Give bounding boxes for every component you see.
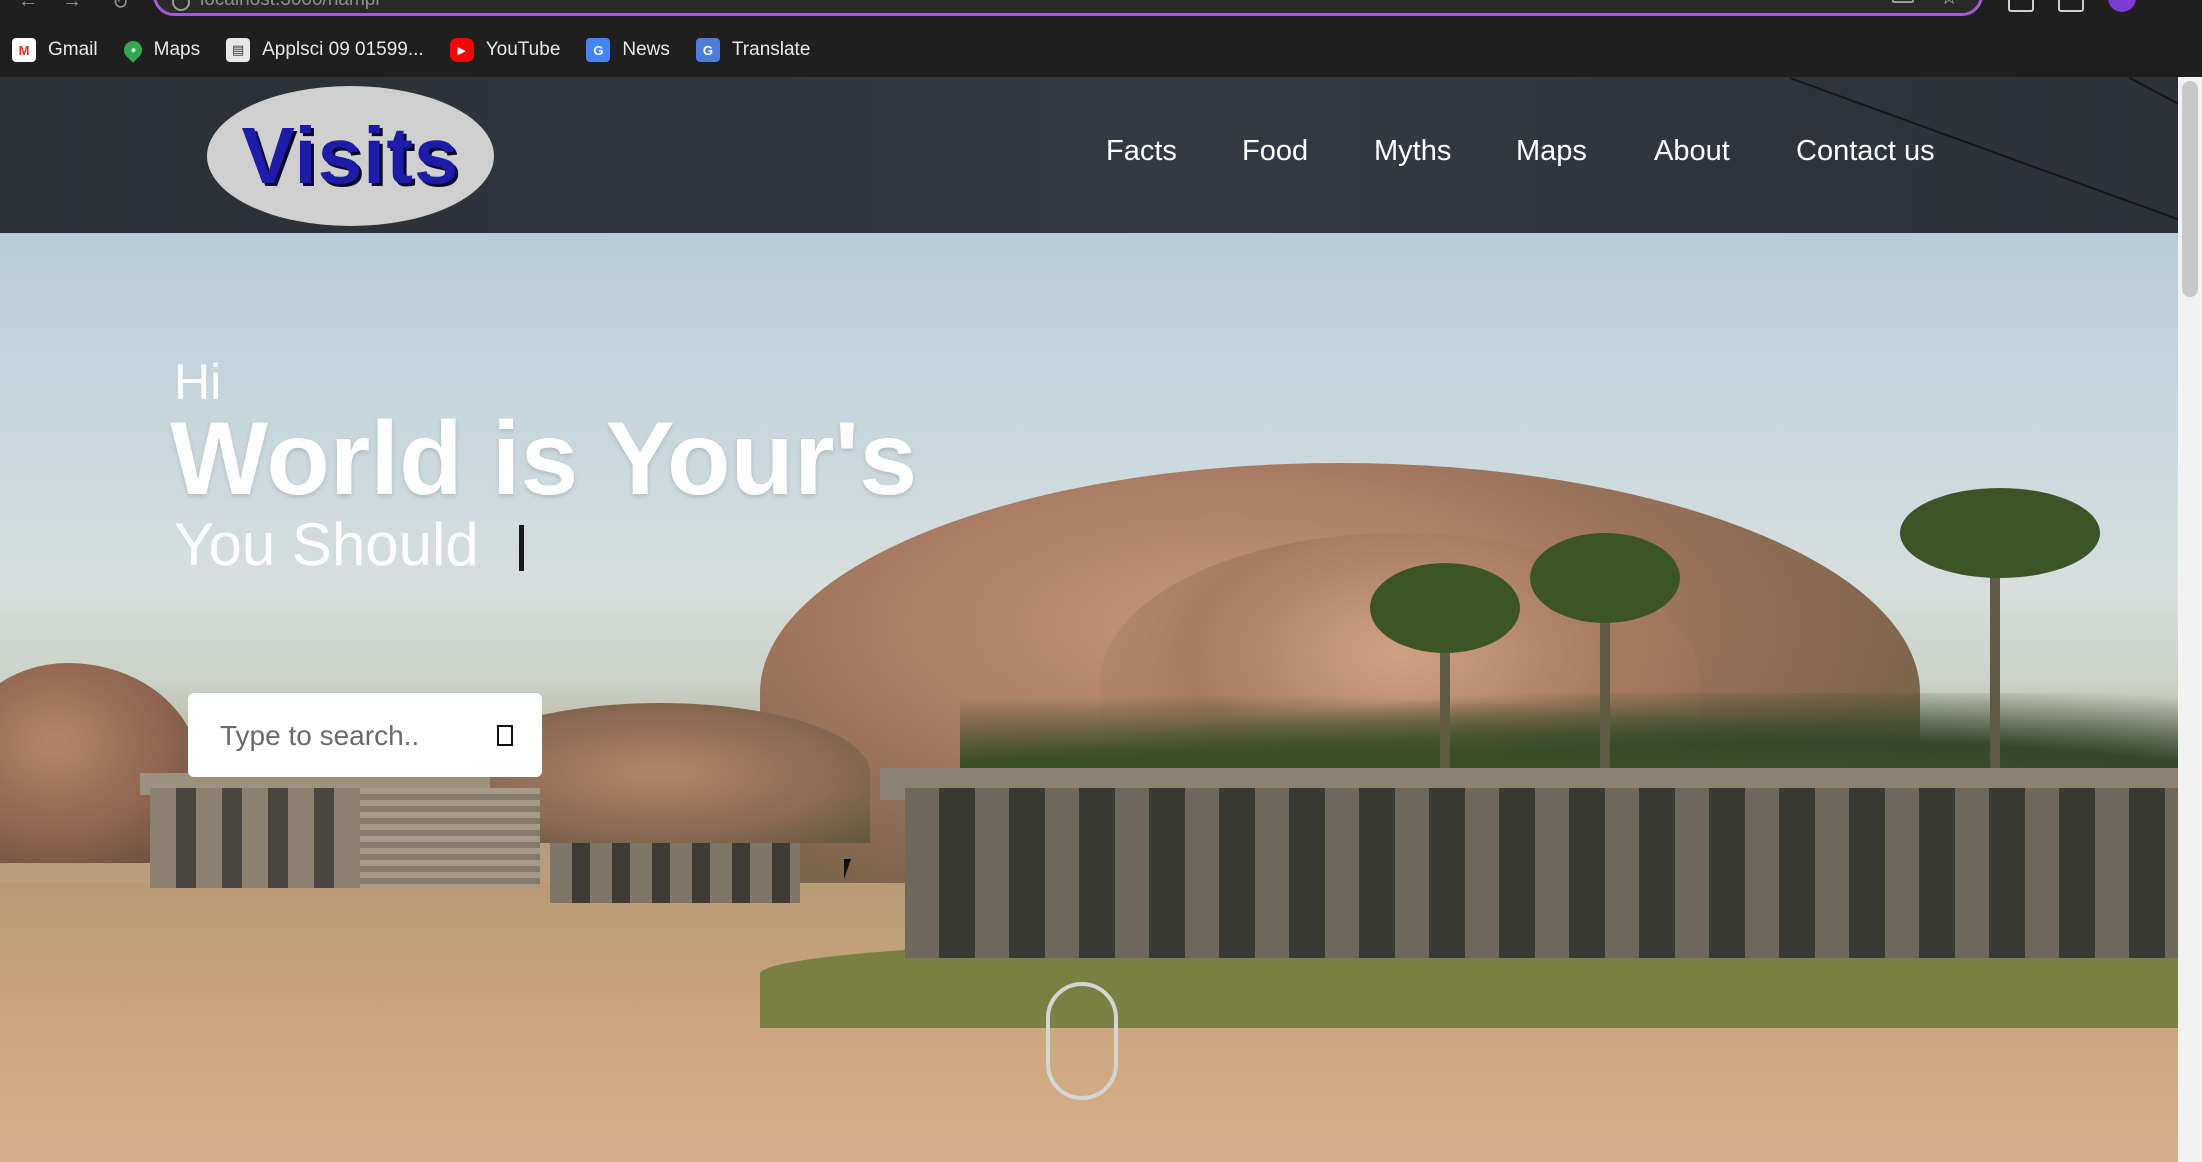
nav-link-about[interactable]: About <box>1654 135 1730 168</box>
palm-canopy <box>1530 533 1680 623</box>
nav-link-facts[interactable]: Facts <box>1106 135 1177 168</box>
document-icon: ▤ <box>226 38 251 62</box>
news-icon: G <box>586 38 611 62</box>
nav-link-contact[interactable]: Contact us <box>1796 135 1935 168</box>
wire-decoration <box>2129 77 2178 136</box>
extensions-icon[interactable] <box>2008 0 2034 12</box>
youtube-icon: ▶ <box>449 38 474 62</box>
tab-search-icon[interactable] <box>2058 0 2084 12</box>
steps-scenery <box>360 788 540 888</box>
bookmark-maps[interactable]: • Maps <box>119 30 201 70</box>
search-icon <box>497 724 513 746</box>
bookmark-label: Maps <box>153 39 201 60</box>
nav-link-maps[interactable]: Maps <box>1516 135 1587 168</box>
hero-typed-line: You Should <box>174 510 525 579</box>
translate-icon: G <box>695 38 720 62</box>
nav-link-food[interactable]: Food <box>1242 135 1308 168</box>
scroll-down-indicator[interactable] <box>1046 982 1118 1100</box>
colonnade-scenery <box>905 788 2178 958</box>
back-icon[interactable]: ← <box>18 0 38 13</box>
reload-icon[interactable]: ↻ <box>112 0 129 15</box>
address-bar[interactable]: localhost:3000/hampi ☆ <box>153 0 1983 16</box>
text-caret <box>519 525 525 571</box>
palm-canopy <box>1370 563 1520 653</box>
search-input[interactable] <box>218 713 472 759</box>
forward-icon[interactable]: → <box>62 0 82 13</box>
maps-icon: • <box>119 37 146 63</box>
bookmark-gmail[interactable]: M Gmail <box>12 30 98 70</box>
bookmark-news[interactable]: G News <box>586 30 670 70</box>
logo-text: Visits <box>241 111 460 200</box>
scrollbar-thumb[interactable] <box>2182 81 2198 297</box>
bookmark-youtube[interactable]: ▶ YouTube <box>449 30 561 70</box>
site-logo[interactable]: Visits <box>207 86 494 226</box>
pavilion-scenery <box>550 843 800 903</box>
hero-headline: World is Your's <box>170 401 918 517</box>
address-url[interactable]: localhost:3000/hampi <box>200 0 380 11</box>
profile-avatar[interactable] <box>2108 0 2136 12</box>
page-scrollbar[interactable] <box>2178 77 2202 1162</box>
bookmark-translate[interactable]: G Translate <box>695 30 811 70</box>
bookmark-applsci[interactable]: ▤ Applsci 09 01599... <box>226 30 424 70</box>
bookmark-label: Gmail <box>48 39 98 60</box>
bookmark-label: News <box>622 39 670 60</box>
site-info-icon[interactable] <box>172 0 190 11</box>
bookmark-label: Applsci 09 01599... <box>262 39 424 60</box>
nav-link-myths[interactable]: Myths <box>1374 135 1451 168</box>
search-button[interactable] <box>488 718 522 752</box>
bookmarks-bar: M Gmail • Maps ▤ Applsci 09 01599... ▶ Y… <box>0 30 824 70</box>
cast-icon[interactable] <box>1892 0 1914 3</box>
browser-chrome: ← → ↻ localhost:3000/hampi ☆ M Gmail • M… <box>0 0 2202 77</box>
site-header: Visits Facts Food Myths Maps About Conta… <box>0 77 2178 233</box>
mouse-cursor <box>844 859 858 879</box>
bookmark-label: Translate <box>731 39 811 60</box>
bookmark-star-icon[interactable]: ☆ <box>1940 0 1958 10</box>
palm-canopy <box>1900 488 2100 578</box>
search-box <box>188 693 542 777</box>
web-page: Visits Facts Food Myths Maps About Conta… <box>0 77 2178 1162</box>
gmail-icon: M <box>12 38 36 62</box>
typed-text: You Should <box>174 511 496 578</box>
bookmark-label: YouTube <box>485 39 561 60</box>
